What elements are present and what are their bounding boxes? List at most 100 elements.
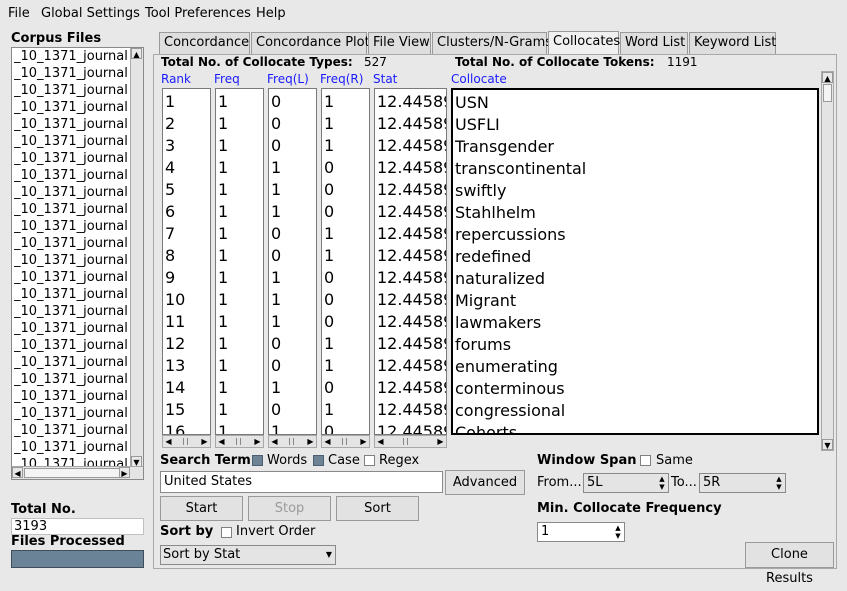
from-spinner[interactable]: 5L ▲ ▼ bbox=[583, 473, 669, 493]
freq-left-cell[interactable]: 0 bbox=[271, 223, 281, 245]
freq-right-cell[interactable]: 0 bbox=[324, 157, 334, 179]
freq-right-column-list[interactable]: 1110001100011010 bbox=[321, 88, 370, 435]
freq-right-cell[interactable]: 0 bbox=[324, 201, 334, 223]
scroll-thumb[interactable] bbox=[823, 84, 832, 102]
collocate-cell[interactable]: naturalized bbox=[455, 268, 545, 290]
scroll-right-arrow-icon[interactable]: ▶ bbox=[119, 467, 130, 478]
corpus-file-list[interactable]: _10_1371_journal _10_1371_journal _10_1371… bbox=[11, 47, 144, 480]
to-spinner[interactable]: 5R ▲ ▼ bbox=[699, 473, 786, 493]
sort-button[interactable]: Sort bbox=[336, 496, 419, 521]
freq-left-cell[interactable]: 1 bbox=[271, 157, 281, 179]
collocate-cell[interactable]: redefined bbox=[455, 246, 531, 268]
sort-by-dropdown[interactable]: Sort by Stat ▼ bbox=[160, 545, 336, 565]
tab-file-view[interactable]: File View bbox=[368, 32, 431, 54]
freq-left-column-list[interactable]: 0001110011100101 bbox=[268, 88, 317, 435]
scroll-left-arrow-icon[interactable]: ◀ bbox=[163, 436, 174, 447]
collocate-cell[interactable]: repercussions bbox=[455, 224, 566, 246]
scroll-thumb[interactable] bbox=[24, 468, 120, 478]
freq-right-cell[interactable]: 0 bbox=[324, 421, 334, 434]
stat-cell[interactable]: 12.44589 bbox=[377, 201, 446, 223]
spin-down-icon[interactable]: ▼ bbox=[613, 532, 623, 540]
rank-cell[interactable]: 8 bbox=[165, 245, 175, 267]
freq-cell[interactable]: 1 bbox=[218, 267, 228, 289]
invert-order-checkbox[interactable] bbox=[221, 527, 232, 538]
clone-results-button[interactable]: Clone Results bbox=[745, 542, 834, 586]
rank-cell[interactable]: 11 bbox=[165, 311, 185, 333]
scroll-right-arrow-icon[interactable]: ▶ bbox=[358, 436, 369, 447]
freq-right-cell[interactable]: 0 bbox=[324, 377, 334, 399]
tab-keyword-list[interactable]: Keyword List bbox=[689, 32, 776, 54]
freq-left-cell[interactable]: 1 bbox=[271, 267, 281, 289]
collocate-column-list[interactable]: USN USFLI Transgender transcontinental swift… bbox=[451, 88, 819, 435]
corpus-vertical-scrollbar[interactable]: ▲ ▼ bbox=[130, 48, 143, 467]
corpus-file-item[interactable]: _10_1371_journal bbox=[14, 286, 128, 303]
min-frequency-spinner[interactable]: 1 ▲ ▼ bbox=[537, 522, 625, 542]
spin-up-icon[interactable]: ▲ bbox=[774, 475, 784, 483]
corpus-file-item[interactable]: _10_1371_journal bbox=[14, 218, 128, 235]
collocate-cell[interactable]: Transgender bbox=[455, 136, 554, 158]
spin-up-icon[interactable]: ▲ bbox=[613, 524, 623, 532]
rank-cell[interactable]: 7 bbox=[165, 223, 175, 245]
collocate-cell[interactable]: Cohorts bbox=[455, 422, 517, 433]
corpus-file-item[interactable]: _10_1371_journal bbox=[14, 82, 128, 99]
corpus-file-item[interactable]: _10_1371_journal bbox=[14, 269, 128, 286]
stat-cell[interactable]: 12.44589 bbox=[377, 157, 446, 179]
tab-concordance-plot[interactable]: Concordance Plot bbox=[251, 32, 370, 54]
corpus-file-item[interactable]: _10_1371_journal bbox=[14, 354, 128, 371]
freq-cell[interactable]: 1 bbox=[218, 135, 228, 157]
freq-right-cell[interactable]: 1 bbox=[324, 333, 334, 355]
freq-left-cell[interactable]: 0 bbox=[271, 333, 281, 355]
collocate-cell[interactable]: swiftly bbox=[455, 180, 506, 202]
corpus-file-item[interactable]: _10_1371_journal bbox=[14, 388, 128, 405]
corpus-file-item[interactable]: _10_1371_journal bbox=[14, 337, 128, 354]
header-freq-right[interactable]: Freq(R) bbox=[320, 72, 363, 86]
spin-down-icon[interactable]: ▼ bbox=[657, 483, 667, 491]
corpus-file-item[interactable]: _10_1371_journal bbox=[14, 201, 128, 218]
freq-left-cell[interactable]: 0 bbox=[271, 135, 281, 157]
corpus-file-item[interactable]: _10_1371_journal bbox=[14, 99, 128, 116]
start-button[interactable]: Start bbox=[160, 496, 243, 521]
results-vertical-scrollbar[interactable]: ▲ ▼ bbox=[821, 71, 834, 451]
regex-checkbox[interactable] bbox=[364, 455, 375, 466]
collocate-cell[interactable]: forums bbox=[455, 334, 511, 356]
freq-left-cell[interactable]: 1 bbox=[271, 179, 281, 201]
header-freq[interactable]: Freq bbox=[214, 72, 240, 86]
collocate-cell[interactable]: Stahlhelm bbox=[455, 202, 536, 224]
collocate-cell[interactable]: USFLI bbox=[455, 114, 500, 136]
stat-cell[interactable]: 12.44589 bbox=[377, 311, 446, 333]
scroll-down-arrow-icon[interactable]: ▼ bbox=[822, 439, 833, 450]
tab-clusters-n-grams[interactable]: Clusters/N-Grams bbox=[432, 32, 552, 54]
header-rank[interactable]: Rank bbox=[161, 72, 191, 86]
freq-h-scrollbar[interactable]: ◀ ▶ bbox=[215, 435, 264, 448]
stat-cell[interactable]: 12.44589 bbox=[377, 135, 446, 157]
rank-cell[interactable]: 4 bbox=[165, 157, 175, 179]
freq-cell[interactable]: 1 bbox=[218, 399, 228, 421]
search-term-input[interactable]: United States bbox=[160, 471, 443, 493]
freq-right-cell[interactable]: 0 bbox=[324, 289, 334, 311]
scroll-left-arrow-icon[interactable]: ◀ bbox=[216, 436, 227, 447]
stat-cell[interactable]: 12.44589 bbox=[377, 289, 446, 311]
stat-cell[interactable]: 12.44589 bbox=[377, 179, 446, 201]
freq-cell[interactable]: 1 bbox=[218, 289, 228, 311]
rank-cell[interactable]: 6 bbox=[165, 201, 175, 223]
stat-cell[interactable]: 12.44589 bbox=[377, 223, 446, 245]
corpus-file-item[interactable]: _10_1371_journal bbox=[14, 184, 128, 201]
tab-concordance[interactable]: Concordance bbox=[159, 32, 250, 54]
freq-right-cell[interactable]: 0 bbox=[324, 267, 334, 289]
scroll-right-arrow-icon[interactable]: ▶ bbox=[305, 436, 316, 447]
corpus-file-item[interactable]: _10_1371_journal bbox=[14, 439, 128, 456]
stat-column-list[interactable]: 12.44589 12.44589 12.44589 12.44589 12.44589… bbox=[374, 88, 447, 435]
freq-left-cell[interactable]: 1 bbox=[271, 289, 281, 311]
freq-left-cell[interactable]: 0 bbox=[271, 355, 281, 377]
stat-cell[interactable]: 12.44589 bbox=[377, 421, 446, 434]
freq-column-list[interactable]: 1111111111111111 bbox=[215, 88, 264, 435]
freq-cell[interactable]: 1 bbox=[218, 179, 228, 201]
freq-right-cell[interactable]: 1 bbox=[324, 91, 334, 113]
freq-right-cell[interactable]: 0 bbox=[324, 179, 334, 201]
stat-cell[interactable]: 12.44589 bbox=[377, 355, 446, 377]
collocate-cell[interactable]: transcontinental bbox=[455, 158, 586, 180]
rank-cell[interactable]: 13 bbox=[165, 355, 185, 377]
corpus-file-item[interactable]: _10_1371_journal bbox=[14, 167, 128, 184]
stat-cell[interactable]: 12.44589 bbox=[377, 245, 446, 267]
rank-cell[interactable]: 9 bbox=[165, 267, 175, 289]
